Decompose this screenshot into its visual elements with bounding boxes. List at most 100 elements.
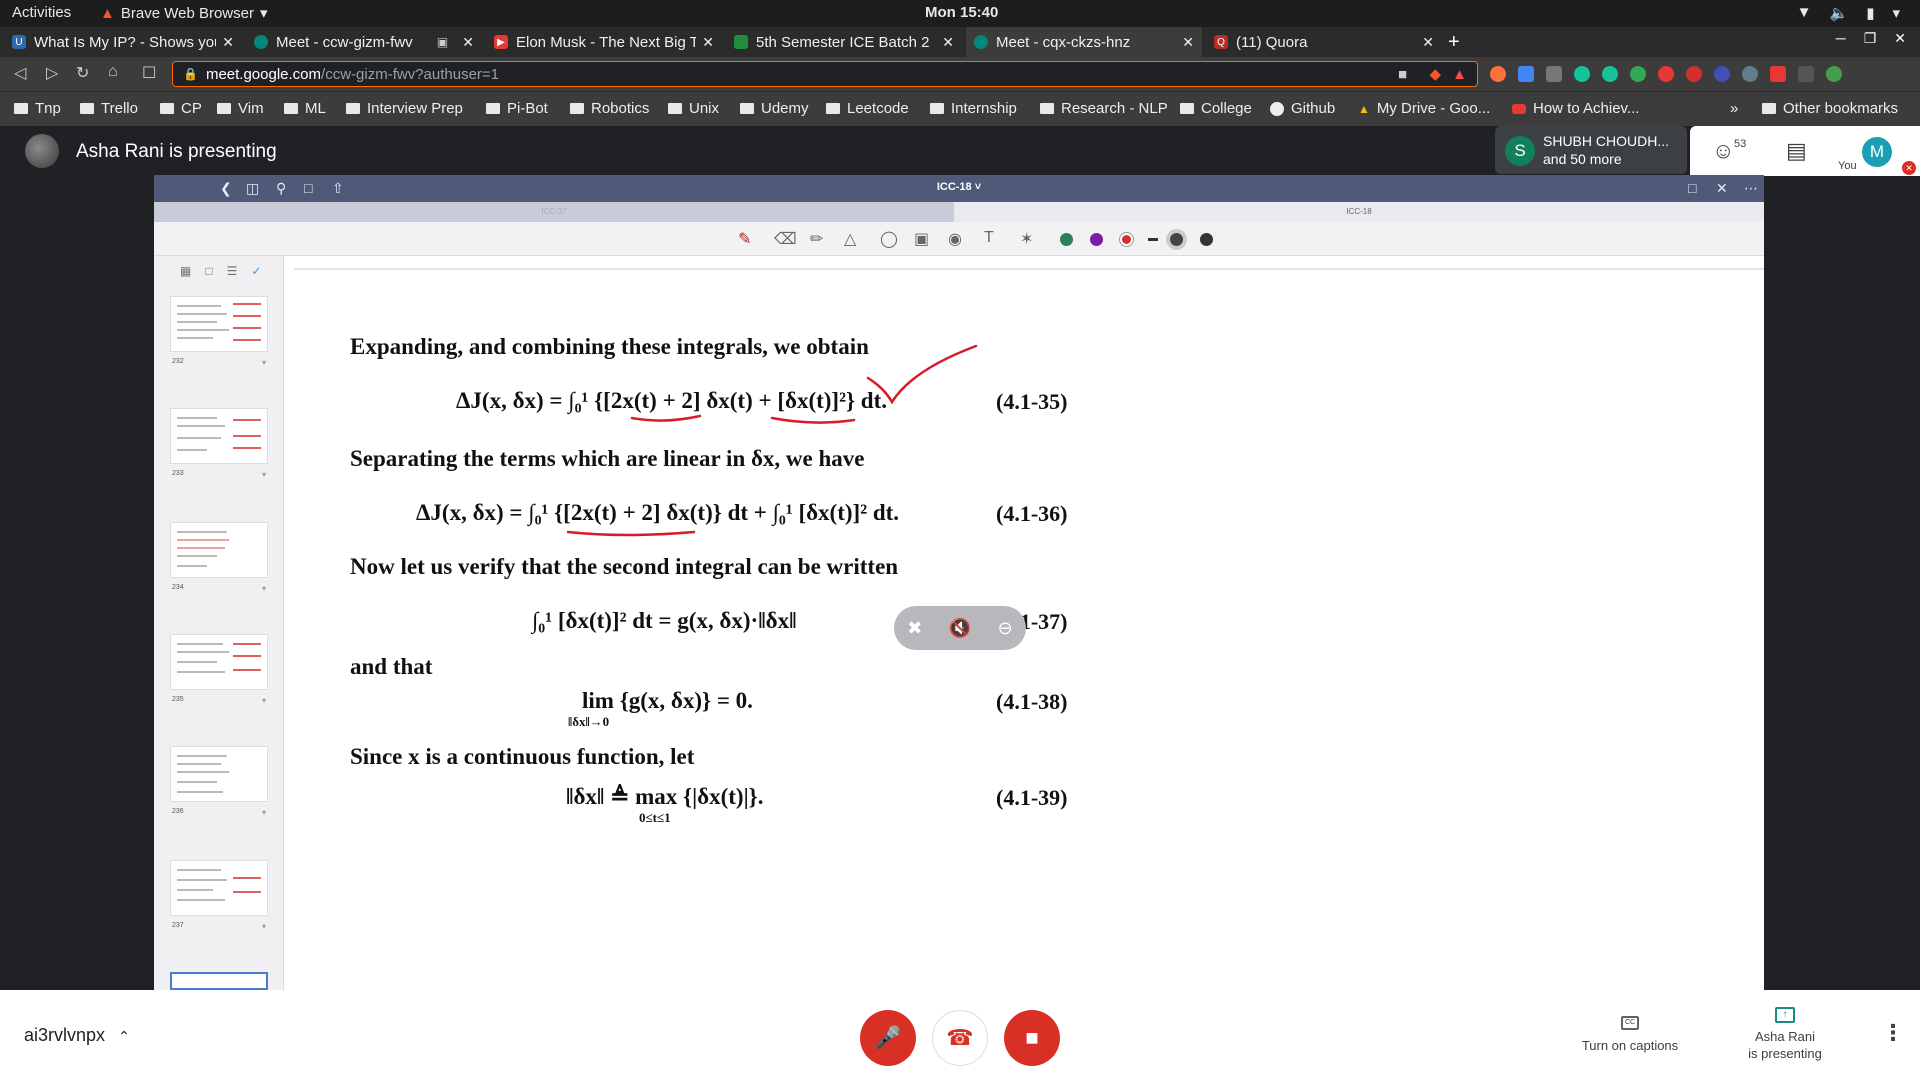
unpin-icon[interactable]: ✖ bbox=[907, 618, 922, 639]
close-tab-icon[interactable]: ✕ bbox=[942, 34, 954, 51]
page-thumbnail[interactable] bbox=[170, 746, 268, 802]
close-tab-icon[interactable]: ✕ bbox=[1182, 34, 1194, 51]
camera-icon[interactable]: ◉ bbox=[948, 229, 962, 249]
browser-tab[interactable]: U What Is My IP? - Shows your ✕ bbox=[4, 27, 242, 57]
image-icon[interactable]: ▣ bbox=[914, 229, 929, 249]
lasso-icon[interactable]: ◯ bbox=[880, 229, 898, 249]
participants-pill[interactable]: S SHUBH CHOUDH... and 50 more bbox=[1495, 126, 1687, 174]
stroke-thin[interactable] bbox=[1148, 238, 1158, 241]
chevron-down-icon[interactable]: ▾ bbox=[262, 584, 266, 593]
highlighter-icon[interactable]: ✏ bbox=[810, 229, 823, 249]
more-icon[interactable]: ⋯ bbox=[1744, 180, 1758, 197]
bookmark-folder[interactable]: Vim bbox=[217, 100, 264, 117]
grid-icon[interactable]: ▦ bbox=[180, 264, 191, 278]
minimize-icon[interactable]: ─ bbox=[1836, 30, 1846, 47]
page-thumbnail-current[interactable] bbox=[170, 972, 268, 990]
more-options-icon[interactable]: ⋮ bbox=[1882, 1020, 1904, 1046]
browser-tab[interactable]: Meet - cqx-ckzs-hnz ✕ bbox=[966, 27, 1202, 57]
close-tab-icon[interactable]: ✕ bbox=[1422, 34, 1434, 51]
page-thumbnail[interactable] bbox=[170, 634, 268, 690]
mute-presenter-icon[interactable]: 🔇 bbox=[949, 618, 971, 639]
laser-icon[interactable]: ✶ bbox=[1020, 229, 1033, 249]
plus-extension-icon[interactable] bbox=[1630, 66, 1646, 82]
bookmark-folder[interactable]: College bbox=[1180, 100, 1252, 117]
pen-icon[interactable]: ✎ bbox=[738, 229, 751, 249]
bookmark-folder[interactable]: ML bbox=[284, 100, 326, 117]
url-input[interactable]: 🔒 meet.google.com /ccw-gizm-fwv?authuser… bbox=[172, 61, 1478, 87]
chevron-down-icon[interactable]: ▾ bbox=[262, 358, 266, 367]
chevron-down-icon[interactable]: ▾ bbox=[262, 808, 266, 817]
close-window-icon[interactable]: ✕ bbox=[1894, 30, 1906, 47]
add-page-icon[interactable]: □ bbox=[1688, 180, 1696, 196]
playlist-icon[interactable] bbox=[1798, 66, 1814, 82]
extension-icon[interactable] bbox=[1742, 66, 1758, 82]
browser-tab[interactable]: 5th Semester ICE Batch 2 ✕ bbox=[726, 27, 962, 57]
stroke-medium[interactable] bbox=[1170, 233, 1183, 246]
extension-icon[interactable] bbox=[1490, 66, 1506, 82]
system-tray[interactable]: ▼ 🔈 ▮ ▾ bbox=[1797, 4, 1900, 22]
close-tab-icon[interactable]: ✕ bbox=[462, 34, 474, 51]
home-icon[interactable]: ⌂ bbox=[108, 63, 118, 81]
bookmark-folder[interactable]: Research - NLP bbox=[1040, 100, 1168, 117]
chevron-down-icon[interactable]: ▾ bbox=[262, 922, 266, 931]
bookmark-folder[interactable]: Leetcode bbox=[826, 100, 909, 117]
bookmark-folder[interactable]: CP bbox=[160, 100, 202, 117]
brave-rewards-icon[interactable]: ▲ bbox=[1452, 66, 1467, 83]
camera-icon[interactable]: ■ bbox=[1398, 66, 1407, 83]
bookmark-icon[interactable]: □ bbox=[205, 264, 212, 278]
pen-color-red[interactable] bbox=[1120, 233, 1133, 246]
page-thumbnail[interactable] bbox=[170, 408, 268, 464]
bookmark-folder[interactable]: Unix bbox=[668, 100, 719, 117]
clock[interactable]: Mon 15:40 bbox=[925, 4, 998, 21]
tab-icc-18[interactable]: ICC-18 bbox=[954, 202, 1764, 222]
close-tab-icon[interactable]: ✕ bbox=[702, 34, 714, 51]
calendar-icon[interactable] bbox=[1770, 66, 1786, 82]
text-icon[interactable]: T bbox=[984, 229, 994, 247]
pen-color-green[interactable] bbox=[1060, 233, 1073, 246]
presenting-button[interactable]: ↑ Asha Rani is presenting bbox=[1735, 1004, 1835, 1062]
meeting-details[interactable]: ai3rvlvnpx ⌃ bbox=[24, 1025, 130, 1046]
chevron-down-icon[interactable]: ▾ bbox=[262, 470, 266, 479]
activities-button[interactable]: Activities bbox=[12, 4, 71, 21]
extension-icon[interactable] bbox=[1546, 66, 1562, 82]
browser-tab[interactable]: Meet - ccw-gizm-fwv ▣ ✕ bbox=[246, 27, 482, 57]
shield-icon[interactable] bbox=[1686, 66, 1702, 82]
document-title[interactable]: ICC-18 ˅ bbox=[154, 181, 1764, 193]
stroke-thick[interactable] bbox=[1200, 233, 1213, 246]
bookmark-link[interactable]: How to Achiev... bbox=[1512, 100, 1639, 117]
bookmarks-overflow-button[interactable]: » bbox=[1730, 100, 1738, 117]
translate-icon[interactable] bbox=[1518, 66, 1534, 82]
forward-icon[interactable]: ▷ bbox=[46, 63, 58, 83]
extension-icon[interactable] bbox=[1714, 66, 1730, 82]
bookmark-folder[interactable]: Robotics bbox=[570, 100, 649, 117]
bookmark-folder[interactable]: Other bookmarks bbox=[1762, 100, 1898, 117]
bookmark-folder[interactable]: Internship bbox=[930, 100, 1017, 117]
bookmark-folder[interactable]: Pi-Bot bbox=[486, 100, 548, 117]
bookmark-folder[interactable]: Trello bbox=[80, 100, 138, 117]
grammarly-icon[interactable] bbox=[1574, 66, 1590, 82]
brave-shields-icon[interactable]: ◆ bbox=[1429, 65, 1441, 83]
new-tab-button[interactable]: + bbox=[1448, 27, 1460, 57]
browser-tab[interactable]: Q (11) Quora ✕ bbox=[1206, 27, 1442, 57]
bookmark-folder[interactable]: Interview Prep bbox=[346, 100, 463, 117]
close-tab-icon[interactable]: ✕ bbox=[222, 34, 234, 51]
captions-button[interactable]: CC Turn on captions bbox=[1575, 1012, 1685, 1053]
page-thumbnail[interactable] bbox=[170, 296, 268, 352]
shapes-icon[interactable]: △ bbox=[844, 229, 856, 249]
bookmark-link[interactable]: Github bbox=[1270, 100, 1335, 117]
app-menu[interactable]: ▲ Brave Web Browser ▾ bbox=[100, 4, 268, 23]
browser-tab[interactable]: ▶ Elon Musk - The Next Big T ✕ bbox=[486, 27, 722, 57]
page-thumbnail[interactable] bbox=[170, 522, 268, 578]
chevron-down-icon[interactable]: ▾ bbox=[262, 696, 266, 705]
alarm-icon[interactable] bbox=[1658, 66, 1674, 82]
bookmark-folder[interactable]: Tnp bbox=[14, 100, 61, 117]
close-icon[interactable]: ✕ bbox=[1716, 180, 1728, 197]
check-icon[interactable]: ✓ bbox=[251, 264, 261, 278]
page-thumbnail[interactable] bbox=[170, 860, 268, 916]
pen-color-purple[interactable] bbox=[1090, 233, 1103, 246]
avatar[interactable]: M bbox=[1862, 137, 1892, 167]
camera-off-button[interactable]: ■ bbox=[1004, 1010, 1060, 1066]
eraser-icon[interactable]: ⌫ bbox=[774, 229, 797, 249]
restore-icon[interactable]: ❐ bbox=[1864, 30, 1877, 47]
back-icon[interactable]: ◁ bbox=[14, 63, 26, 83]
